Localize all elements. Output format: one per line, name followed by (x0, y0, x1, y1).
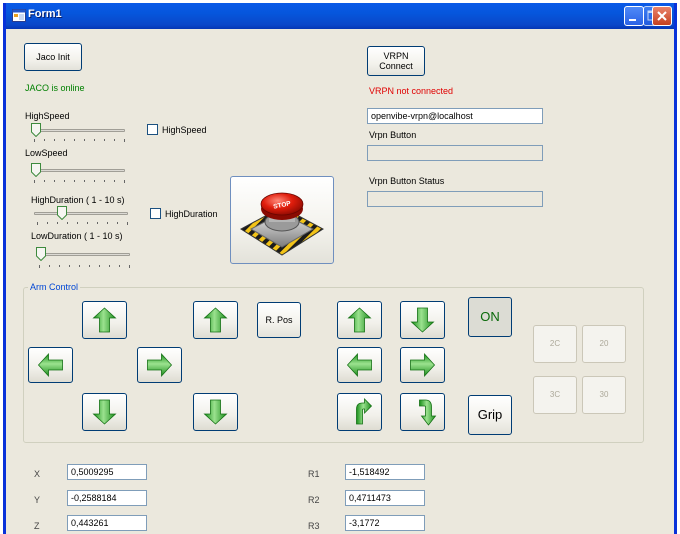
high-duration-checkbox[interactable] (150, 208, 161, 219)
minimize-icon (629, 19, 636, 21)
y-label: Y (34, 495, 41, 505)
rot-up-button[interactable] (337, 301, 382, 339)
vrpn-status-label: VRPN not connected (369, 86, 454, 96)
r3-label: R3 (308, 521, 320, 531)
y-left-button[interactable] (28, 347, 73, 383)
slider-thumb[interactable] (57, 206, 67, 220)
r3-value[interactable]: -3,1772 (345, 515, 425, 531)
grip-button[interactable]: Grip (468, 395, 512, 435)
emergency-stop-button[interactable]: STOP (230, 176, 334, 264)
arrow-down-icon (204, 399, 227, 425)
close-button[interactable] (652, 6, 672, 26)
finger-20-button[interactable]: 20 (582, 325, 626, 363)
minimize-button[interactable] (624, 6, 644, 26)
arrow-left-icon (38, 353, 63, 377)
slider-thumb[interactable] (36, 247, 46, 261)
arrow-down-icon (411, 307, 434, 333)
r2-label: R2 (308, 495, 320, 505)
jaco-status-label: JACO is online (25, 83, 85, 93)
z-label: Z (34, 521, 40, 531)
z-value[interactable]: 0,443261 (67, 515, 147, 531)
slider-ticks (34, 180, 125, 183)
on-button[interactable]: ON (468, 297, 512, 337)
window-title: Form1 (28, 8, 62, 20)
z-down-button[interactable] (193, 393, 238, 431)
rot-left-button[interactable] (337, 347, 382, 383)
curved-arrow-up-icon (356, 398, 372, 425)
arm-control-group-label: Arm Control (28, 282, 81, 292)
jaco-init-button[interactable]: Jaco Init (24, 43, 82, 71)
vrpn-button-field (367, 145, 543, 161)
finger-30-button[interactable]: 30 (582, 376, 626, 414)
z-up-button[interactable] (193, 301, 238, 339)
y-right-button[interactable] (137, 347, 182, 383)
main-window: Form1 Jaco Init JACO is online HighSpeed (3, 3, 677, 534)
x-up-button[interactable] (82, 301, 127, 339)
high-speed-checkbox-label: HighSpeed (162, 125, 207, 135)
arrow-down-icon (93, 399, 116, 425)
slider-thumb[interactable] (31, 163, 41, 177)
slider-thumb[interactable] (31, 123, 41, 137)
rot-cw-button[interactable] (400, 393, 445, 431)
vrpn-button-status-field (367, 191, 543, 207)
finger-2c-button[interactable]: 2C (533, 325, 577, 363)
emergency-stop-icon: STOP (240, 192, 324, 256)
arrow-up-icon (93, 307, 116, 333)
r1-label: R1 (308, 469, 320, 479)
high-duration-label: HighDuration ( 1 - 10 s) (31, 195, 125, 205)
rot-right-button[interactable] (400, 347, 445, 383)
vrpn-connect-button[interactable]: VRPN Connect (367, 46, 425, 76)
title-bar[interactable]: Form1 (6, 3, 674, 29)
rot-down-button[interactable] (400, 301, 445, 339)
slider-ticks (37, 222, 128, 225)
arrow-left-icon (347, 353, 372, 377)
low-duration-label: LowDuration ( 1 - 10 s) (31, 231, 123, 241)
arrow-right-icon (410, 353, 435, 377)
curved-arrow-down-icon (419, 399, 436, 426)
form-client-area: Jaco Init JACO is online HighSpeed HighS… (6, 29, 674, 534)
high-speed-label: HighSpeed (25, 111, 70, 121)
y-value[interactable]: -0,2588184 (67, 490, 147, 506)
slider-ticks (34, 139, 125, 142)
reset-position-button[interactable]: R. Pos (257, 302, 301, 338)
vrpn-button-label: Vrpn Button (369, 130, 417, 140)
high-speed-checkbox[interactable] (147, 124, 158, 135)
r2-value[interactable]: 0,4711473 (345, 490, 425, 506)
vrpn-button-status-label: Vrpn Button Status (369, 176, 445, 186)
slider-ticks (39, 265, 130, 268)
rot-ccw-button[interactable] (337, 393, 382, 431)
arrow-right-icon (147, 353, 172, 377)
x-down-button[interactable] (82, 393, 127, 431)
finger-3c-button[interactable]: 3C (533, 376, 577, 414)
app-icon (12, 9, 26, 22)
low-speed-label: LowSpeed (25, 148, 68, 158)
vrpn-address-input[interactable]: openvibe-vrpn@localhost (367, 108, 543, 124)
high-duration-checkbox-label: HighDuration (165, 209, 218, 219)
close-icon (657, 11, 667, 21)
x-label: X (34, 469, 41, 479)
arrow-up-icon (204, 307, 227, 333)
arrow-up-icon (348, 307, 371, 333)
r1-value[interactable]: -1,518492 (345, 464, 425, 480)
x-value[interactable]: 0,5009295 (67, 464, 147, 480)
